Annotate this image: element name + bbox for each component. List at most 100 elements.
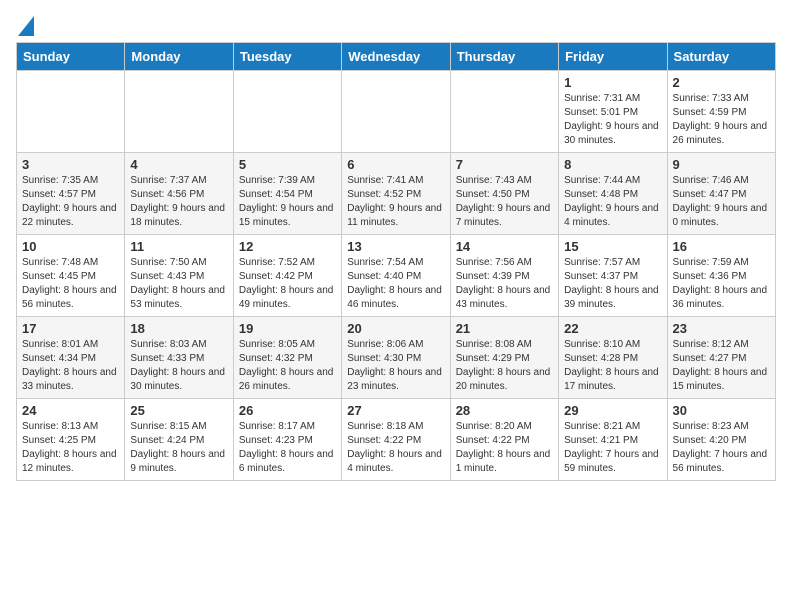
day-info: Sunrise: 8:10 AM Sunset: 4:28 PM Dayligh… xyxy=(564,338,661,394)
col-header-friday: Friday xyxy=(559,43,667,71)
calendar-cell: 26 Sunrise: 8:17 AM Sunset: 4:23 PM Dayli… xyxy=(233,399,341,481)
calendar-cell: 1Sunrise: 7:31 AM Sunset: 5:01 PM Daylig… xyxy=(559,71,667,153)
calendar-cell xyxy=(125,71,233,153)
day-info: Sunrise: 7:35 AM Sunset: 4:57 PM Dayligh… xyxy=(22,174,119,230)
calendar-week-2: 3 Sunrise: 7:35 AM Sunset: 4:57 PM Daylig… xyxy=(17,153,776,235)
calendar-week-3: 10 Sunrise: 7:48 AM Sunset: 4:45 PM Dayli… xyxy=(17,235,776,317)
day-number: 21 xyxy=(456,321,553,336)
page-header xyxy=(16,16,776,34)
day-number: 14 xyxy=(456,239,553,254)
calendar-cell: 18Sunrise: 8:03 AM Sunset: 4:33 PM Dayli… xyxy=(125,317,233,399)
day-info: Sunrise: 7:50 AM Sunset: 4:43 PM Dayligh… xyxy=(130,256,227,312)
calendar-cell: 9Sunrise: 7:46 AM Sunset: 4:47 PM Daylig… xyxy=(667,153,775,235)
calendar-cell: 30Sunrise: 8:23 AM Sunset: 4:20 PM Dayli… xyxy=(667,399,775,481)
day-info: Sunrise: 8:23 AM Sunset: 4:20 PM Dayligh… xyxy=(673,420,770,476)
day-number: 13 xyxy=(347,239,444,254)
calendar-cell: 28Sunrise: 8:20 AM Sunset: 4:22 PM Dayli… xyxy=(450,399,558,481)
day-number: 27 xyxy=(347,403,444,418)
calendar-cell: 23 Sunrise: 8:12 AM Sunset: 4:27 PM Dayli… xyxy=(667,317,775,399)
day-info: Sunrise: 8:12 AM Sunset: 4:27 PM Dayligh… xyxy=(673,338,770,394)
day-info: Sunrise: 8:21 AM Sunset: 4:21 PM Dayligh… xyxy=(564,420,661,476)
day-number: 3 xyxy=(22,157,119,172)
day-info: Sunrise: 7:48 AM Sunset: 4:45 PM Dayligh… xyxy=(22,256,119,312)
day-number: 2 xyxy=(673,75,770,90)
col-header-thursday: Thursday xyxy=(450,43,558,71)
day-number: 1 xyxy=(564,75,661,90)
day-number: 20 xyxy=(347,321,444,336)
calendar-cell: 11 Sunrise: 7:50 AM Sunset: 4:43 PM Dayli… xyxy=(125,235,233,317)
calendar-cell: 29 Sunrise: 8:21 AM Sunset: 4:21 PM Dayli… xyxy=(559,399,667,481)
day-info: Sunrise: 7:57 AM Sunset: 4:37 PM Dayligh… xyxy=(564,256,661,312)
day-number: 7 xyxy=(456,157,553,172)
day-number: 5 xyxy=(239,157,336,172)
calendar-cell: 16Sunrise: 7:59 AM Sunset: 4:36 PM Dayli… xyxy=(667,235,775,317)
day-info: Sunrise: 8:13 AM Sunset: 4:25 PM Dayligh… xyxy=(22,420,119,476)
calendar-week-1: 1Sunrise: 7:31 AM Sunset: 5:01 PM Daylig… xyxy=(17,71,776,153)
day-number: 6 xyxy=(347,157,444,172)
day-number: 12 xyxy=(239,239,336,254)
day-number: 25 xyxy=(130,403,227,418)
calendar-week-4: 17Sunrise: 8:01 AM Sunset: 4:34 PM Dayli… xyxy=(17,317,776,399)
calendar-cell: 15 Sunrise: 7:57 AM Sunset: 4:37 PM Dayli… xyxy=(559,235,667,317)
col-header-saturday: Saturday xyxy=(667,43,775,71)
col-header-wednesday: Wednesday xyxy=(342,43,450,71)
day-number: 10 xyxy=(22,239,119,254)
day-info: Sunrise: 8:08 AM Sunset: 4:29 PM Dayligh… xyxy=(456,338,553,394)
calendar-cell: 5 Sunrise: 7:39 AM Sunset: 4:54 PM Daylig… xyxy=(233,153,341,235)
calendar-cell: 4Sunrise: 7:37 AM Sunset: 4:56 PM Daylig… xyxy=(125,153,233,235)
day-info: Sunrise: 7:41 AM Sunset: 4:52 PM Dayligh… xyxy=(347,174,444,230)
calendar-table: SundayMondayTuesdayWednesdayThursdayFrid… xyxy=(16,42,776,481)
day-info: Sunrise: 8:20 AM Sunset: 4:22 PM Dayligh… xyxy=(456,420,553,476)
calendar-cell: 25 Sunrise: 8:15 AM Sunset: 4:24 PM Dayli… xyxy=(125,399,233,481)
calendar-cell: 8 Sunrise: 7:44 AM Sunset: 4:48 PM Daylig… xyxy=(559,153,667,235)
day-info: Sunrise: 7:39 AM Sunset: 4:54 PM Dayligh… xyxy=(239,174,336,230)
day-number: 23 xyxy=(673,321,770,336)
calendar-cell: 3 Sunrise: 7:35 AM Sunset: 4:57 PM Daylig… xyxy=(17,153,125,235)
calendar-cell: 22 Sunrise: 8:10 AM Sunset: 4:28 PM Dayli… xyxy=(559,317,667,399)
calendar-cell: 14 Sunrise: 7:56 AM Sunset: 4:39 PM Dayli… xyxy=(450,235,558,317)
calendar-cell: 10 Sunrise: 7:48 AM Sunset: 4:45 PM Dayli… xyxy=(17,235,125,317)
day-number: 15 xyxy=(564,239,661,254)
calendar-cell: 6 Sunrise: 7:41 AM Sunset: 4:52 PM Daylig… xyxy=(342,153,450,235)
calendar-cell: 12 Sunrise: 7:52 AM Sunset: 4:42 PM Dayli… xyxy=(233,235,341,317)
calendar-cell xyxy=(450,71,558,153)
calendar-cell: 21 Sunrise: 8:08 AM Sunset: 4:29 PM Dayli… xyxy=(450,317,558,399)
day-info: Sunrise: 7:52 AM Sunset: 4:42 PM Dayligh… xyxy=(239,256,336,312)
calendar-cell: 24 Sunrise: 8:13 AM Sunset: 4:25 PM Dayli… xyxy=(17,399,125,481)
day-info: Sunrise: 8:15 AM Sunset: 4:24 PM Dayligh… xyxy=(130,420,227,476)
day-number: 4 xyxy=(130,157,227,172)
calendar-cell xyxy=(233,71,341,153)
calendar-cell: 7 Sunrise: 7:43 AM Sunset: 4:50 PM Daylig… xyxy=(450,153,558,235)
day-info: Sunrise: 8:05 AM Sunset: 4:32 PM Dayligh… xyxy=(239,338,336,394)
calendar-cell: 2 Sunrise: 7:33 AM Sunset: 4:59 PM Daylig… xyxy=(667,71,775,153)
logo-triangle-icon xyxy=(18,16,34,36)
calendar-cell: 17Sunrise: 8:01 AM Sunset: 4:34 PM Dayli… xyxy=(17,317,125,399)
col-header-monday: Monday xyxy=(125,43,233,71)
col-header-sunday: Sunday xyxy=(17,43,125,71)
day-info: Sunrise: 8:18 AM Sunset: 4:22 PM Dayligh… xyxy=(347,420,444,476)
day-info: Sunrise: 7:44 AM Sunset: 4:48 PM Dayligh… xyxy=(564,174,661,230)
day-info: Sunrise: 8:17 AM Sunset: 4:23 PM Dayligh… xyxy=(239,420,336,476)
day-number: 11 xyxy=(130,239,227,254)
day-number: 29 xyxy=(564,403,661,418)
calendar-cell xyxy=(17,71,125,153)
col-header-tuesday: Tuesday xyxy=(233,43,341,71)
day-info: Sunrise: 7:43 AM Sunset: 4:50 PM Dayligh… xyxy=(456,174,553,230)
day-number: 9 xyxy=(673,157,770,172)
calendar-week-5: 24 Sunrise: 8:13 AM Sunset: 4:25 PM Dayli… xyxy=(17,399,776,481)
day-info: Sunrise: 8:03 AM Sunset: 4:33 PM Dayligh… xyxy=(130,338,227,394)
day-info: Sunrise: 8:06 AM Sunset: 4:30 PM Dayligh… xyxy=(347,338,444,394)
day-info: Sunrise: 7:59 AM Sunset: 4:36 PM Dayligh… xyxy=(673,256,770,312)
day-number: 19 xyxy=(239,321,336,336)
day-info: Sunrise: 8:01 AM Sunset: 4:34 PM Dayligh… xyxy=(22,338,119,394)
day-info: Sunrise: 7:56 AM Sunset: 4:39 PM Dayligh… xyxy=(456,256,553,312)
calendar-cell: 27 Sunrise: 8:18 AM Sunset: 4:22 PM Dayli… xyxy=(342,399,450,481)
calendar-cell xyxy=(342,71,450,153)
day-info: Sunrise: 7:33 AM Sunset: 4:59 PM Dayligh… xyxy=(673,92,770,148)
day-info: Sunrise: 7:54 AM Sunset: 4:40 PM Dayligh… xyxy=(347,256,444,312)
day-number: 8 xyxy=(564,157,661,172)
calendar-cell: 13 Sunrise: 7:54 AM Sunset: 4:40 PM Dayli… xyxy=(342,235,450,317)
day-number: 22 xyxy=(564,321,661,336)
day-number: 26 xyxy=(239,403,336,418)
day-number: 24 xyxy=(22,403,119,418)
